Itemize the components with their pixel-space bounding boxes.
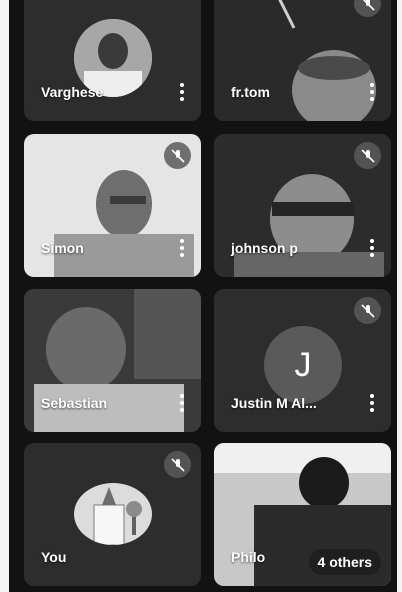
- more-vertical-icon[interactable]: [177, 394, 187, 412]
- participant-name: Simon: [41, 240, 84, 256]
- more-vertical-icon[interactable]: [177, 239, 187, 257]
- mic-off-icon: [164, 142, 191, 169]
- participant-tile-johnson[interactable]: johnson p: [214, 134, 391, 277]
- participant-name: Varghese: [41, 84, 104, 100]
- mic-off-icon: [354, 142, 381, 169]
- participant-name: Philo: [231, 549, 266, 565]
- mic-off-icon: [354, 297, 381, 324]
- mic-off-icon: [164, 451, 191, 478]
- video-feed: [214, 0, 391, 121]
- meeting-grid: Varghese fr.tom Simon johnson p Sebastia…: [9, 0, 397, 592]
- participant-name: Justin M Al...: [231, 395, 317, 411]
- more-vertical-icon[interactable]: [367, 83, 377, 101]
- participant-tile-justin[interactable]: J Justin M Al...: [214, 289, 391, 432]
- participant-tile-simon[interactable]: Simon: [24, 134, 201, 277]
- participant-name: Sebastian: [41, 395, 108, 411]
- more-vertical-icon[interactable]: [177, 83, 187, 101]
- participant-name: You: [41, 549, 67, 565]
- more-vertical-icon[interactable]: [367, 394, 377, 412]
- participant-tile-sebastian[interactable]: Sebastian: [24, 289, 201, 432]
- profile-avatar: [74, 483, 152, 545]
- participant-tile-varghese[interactable]: Varghese: [24, 0, 201, 121]
- participant-tile-frtom[interactable]: fr.tom: [214, 0, 391, 121]
- more-vertical-icon[interactable]: [367, 239, 377, 257]
- church-photo-icon: [74, 483, 152, 545]
- others-count-badge[interactable]: 4 others: [308, 549, 381, 575]
- participant-tile-philo[interactable]: Philo 4 others: [214, 443, 391, 586]
- initial-avatar: J: [264, 326, 342, 404]
- participant-tile-you[interactable]: You: [24, 443, 201, 586]
- participant-name: fr.tom: [231, 84, 270, 100]
- participant-name: johnson p: [231, 240, 298, 256]
